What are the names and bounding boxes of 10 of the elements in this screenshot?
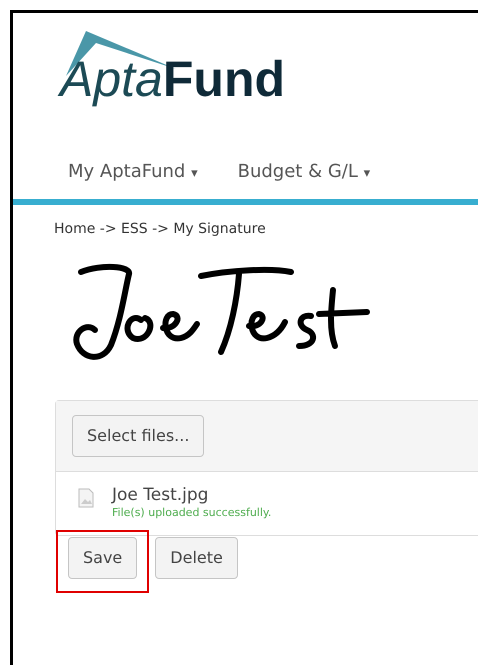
logo: AptaFund [60, 54, 286, 104]
delete-button[interactable]: Delete [155, 537, 238, 580]
file-name: Joe Test.jpg [112, 486, 210, 505]
nav-menu[interactable]: My AptaFund ▾ [68, 158, 198, 184]
save-button[interactable]: Save [68, 537, 138, 580]
upload-status: File(s) uploaded successfully. [112, 504, 272, 521]
select-files-button[interactable]: Select files... [72, 415, 204, 457]
nav-menu[interactable]: Budget & G/L ▾ [238, 158, 370, 184]
breadcrumb: Home -> ESS -> My Signature [53, 220, 267, 239]
image-file-icon [78, 488, 94, 508]
